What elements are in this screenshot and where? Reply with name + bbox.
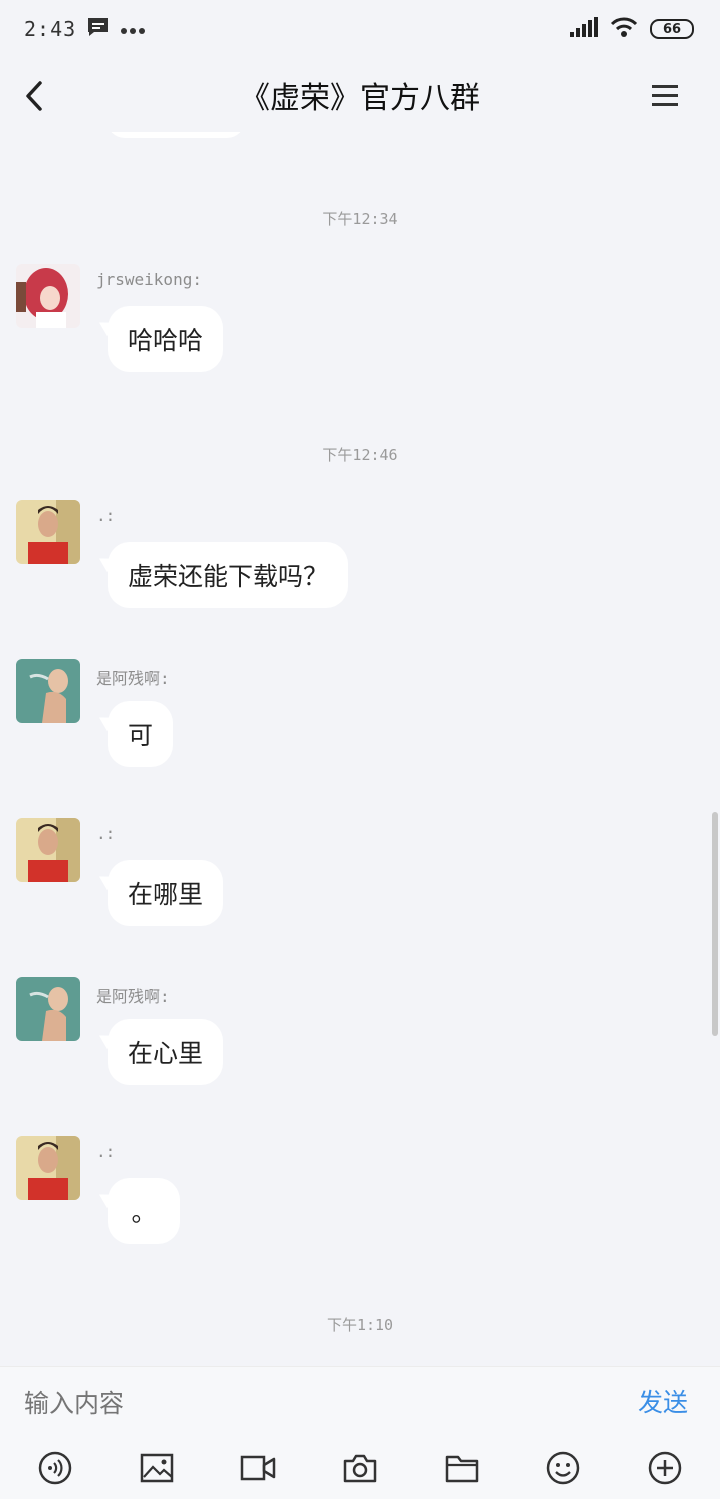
- chevron-left-icon: [26, 81, 42, 111]
- message-notification-icon: [86, 16, 110, 42]
- sender-name: .:: [96, 1142, 116, 1161]
- man-red-shirt-avatar[interactable]: [16, 500, 80, 564]
- wifi-icon: [610, 16, 638, 42]
- add-icon[interactable]: [645, 1448, 685, 1488]
- message-bubble[interactable]: [107, 132, 245, 138]
- image-icon[interactable]: [137, 1448, 177, 1488]
- chat-area[interactable]: 下午12:34 jrsweikong: 哈哈哈 下午12:46 .: 虚荣还能下…: [0, 132, 720, 1366]
- sender-name: .:: [96, 506, 116, 525]
- message-bubble[interactable]: 可: [108, 701, 174, 767]
- folder-icon[interactable]: [442, 1448, 482, 1488]
- message-bubble[interactable]: 虚荣还能下载吗？: [108, 542, 349, 608]
- signal-icon: [570, 17, 598, 41]
- man-red-shirt-avatar[interactable]: [16, 818, 80, 882]
- status-time: 2:43: [24, 17, 77, 41]
- woman-smoking-avatar[interactable]: [16, 977, 80, 1041]
- timestamp: 下午12:34: [322, 210, 398, 228]
- camera-icon[interactable]: [340, 1448, 380, 1488]
- back-button[interactable]: [14, 76, 54, 116]
- page-title: 《虚荣》官方八群: [240, 81, 480, 116]
- video-icon[interactable]: [238, 1448, 278, 1488]
- timestamp: 下午12:46: [322, 446, 398, 464]
- message-bubble[interactable]: 在哪里: [108, 860, 224, 926]
- battery-icon: 66: [650, 19, 694, 39]
- toolbar: [0, 1443, 720, 1493]
- status-left: 2:43: [24, 16, 146, 42]
- timestamp: 下午1:10: [326, 1316, 394, 1334]
- more-notifications-icon: [120, 20, 146, 39]
- input-area: 发送: [0, 1366, 720, 1499]
- message-bubble[interactable]: 在心里: [108, 1019, 224, 1085]
- sender-name: .:: [96, 824, 116, 843]
- menu-icon: [652, 85, 678, 106]
- scrollbar[interactable]: [712, 812, 718, 1036]
- message-bubble[interactable]: 。: [108, 1178, 180, 1244]
- status-right: 66: [570, 16, 694, 42]
- sender-name: 是阿残啊:: [96, 987, 170, 1006]
- menu-button[interactable]: [648, 76, 684, 116]
- anime-girl-avatar[interactable]: [16, 264, 80, 328]
- voice-icon[interactable]: [35, 1448, 75, 1488]
- send-button[interactable]: 发送: [638, 1383, 688, 1419]
- sender-name: jrsweikong:: [96, 270, 202, 289]
- man-red-shirt-avatar[interactable]: [16, 1136, 80, 1200]
- message-bubble[interactable]: 哈哈哈: [108, 306, 224, 372]
- status-bar: 2:43 66: [0, 0, 720, 58]
- sender-name: 是阿残啊:: [96, 669, 170, 688]
- nav-bar: 《虚荣》官方八群: [0, 58, 720, 132]
- woman-smoking-avatar[interactable]: [16, 659, 80, 723]
- message-input[interactable]: [24, 1381, 604, 1425]
- emoji-icon[interactable]: [543, 1448, 583, 1488]
